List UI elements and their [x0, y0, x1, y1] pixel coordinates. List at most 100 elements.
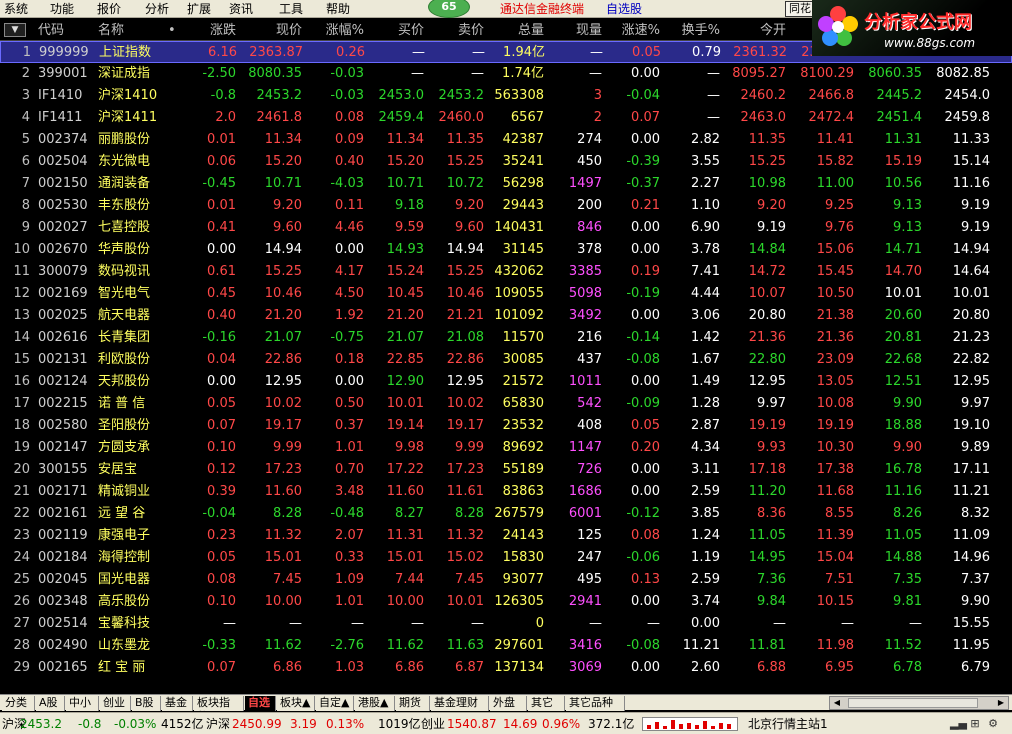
table-row[interactable]: 26 002348 高乐股份 0.10 10.00 1.01 10.00 10.01 12630…	[0, 591, 1012, 613]
tab-4[interactable]: B股	[132, 696, 161, 711]
cell-low: 9.13	[893, 198, 922, 213]
table-row[interactable]: 16 002124 天邦股份 0.00 12.95 0.00 12.90 12.95 21572…	[0, 371, 1012, 393]
tonghua-button[interactable]: 同花	[785, 1, 815, 17]
tab-11[interactable]: 期货▲	[396, 696, 430, 723]
cell-current-vol: 726	[577, 462, 602, 477]
network-icon[interactable]: ⊞	[968, 717, 982, 731]
table-row[interactable]: 12 002169 智光电气 0.45 10.46 4.50 10.45 10.46 10905…	[0, 283, 1012, 305]
tab-5[interactable]: 基金	[162, 696, 193, 711]
menu-function[interactable]: 功能	[50, 1, 74, 17]
cell-ask: 15.02	[446, 550, 484, 565]
cell-code: 002165	[38, 660, 88, 675]
tab-8[interactable]: 板块▲	[277, 696, 315, 711]
status-hu-pct: -0.03%	[114, 717, 157, 731]
header-change[interactable]: 涨跌	[192, 20, 236, 41]
tab-7[interactable]: 自选	[245, 696, 276, 711]
signal-icon[interactable]: ▂▄	[950, 717, 967, 731]
table-row[interactable]: 7 002150 通润装备 -0.45 10.71 -4.03 10.71 10.72 5629…	[0, 173, 1012, 195]
header-name[interactable]: 名称	[98, 20, 124, 41]
table-row[interactable]: 28 002490 山东墨龙 -0.33 11.62 -2.76 11.62 11.63 297…	[0, 635, 1012, 657]
cell-change-pct: 1.92	[335, 308, 364, 323]
cell-name: 深证成指	[98, 66, 151, 81]
sort-toggle-button[interactable]: ▼	[4, 23, 26, 37]
table-row[interactable]: 8 002530 丰东股份 0.01 9.20 0.11 9.18 9.20 29443 200 0…	[0, 195, 1012, 217]
status-hs-pct: 0.13%	[326, 717, 365, 731]
cell-volume: 1.94亿	[503, 45, 545, 60]
table-row[interactable]: 3 IF1410 沪深1410 -0.8 2453.2 -0.03 2453.0 2453.2…	[0, 85, 1012, 107]
table-row[interactable]: 6 002504 东光微电 0.06 15.20 0.40 15.20 15.25 35241 4…	[0, 151, 1012, 173]
table-row[interactable]: 29 002165 红 宝 丽 0.07 6.86 1.03 6.86 6.87 137134 3…	[0, 657, 1012, 679]
table-row[interactable]: 20 300155 安居宝 0.12 17.23 0.70 17.22 17.23 55189 7…	[0, 459, 1012, 481]
table-row[interactable]: 10 002670 华声股份 0.00 14.94 0.00 14.93 14.94 31145…	[0, 239, 1012, 261]
table-row[interactable]: 2 399001 深证成指 -2.50 8080.35 -0.03 — — 1.74亿 — 0.00…	[0, 63, 1012, 85]
tab-3[interactable]: 创业	[100, 696, 131, 711]
tab-12[interactable]: 基金理财▲	[431, 696, 489, 723]
header-code[interactable]: 代码	[38, 20, 64, 41]
header-change-pct[interactable]: 涨幅%	[310, 20, 364, 41]
cell-open: 8095.27	[732, 66, 786, 81]
cell-open: 2361.32	[733, 45, 787, 60]
status-hu-volume: 4152亿	[161, 717, 204, 731]
tab-15[interactable]: 其它品种▼	[566, 696, 625, 723]
menu-extend[interactable]: 扩展	[187, 1, 211, 17]
header-open[interactable]: 今开	[742, 20, 786, 41]
scroll-thumb[interactable]	[848, 698, 978, 708]
table-row[interactable]: 25 002045 国光电器 0.08 7.45 1.09 7.44 7.45 93077 495…	[0, 569, 1012, 591]
cell-volume: 15830	[502, 550, 544, 565]
tab-13[interactable]: 外盘▲	[490, 696, 527, 723]
cell-speed: 0.00	[631, 132, 660, 147]
tab-10[interactable]: 港股▲	[355, 696, 395, 711]
table-row[interactable]: 22 002161 远 望 谷 -0.04 8.28 -0.48 8.27 8.28 26757…	[0, 503, 1012, 525]
table-row[interactable]: 18 002580 圣阳股份 0.07 19.17 0.37 19.14 19.17 23532…	[0, 415, 1012, 437]
tab-2[interactable]: 中小	[66, 696, 99, 711]
cell-bid: —	[412, 45, 425, 60]
menu-tools[interactable]: 工具	[279, 1, 303, 17]
horizontal-scrollbar[interactable]: ◀ ▶	[829, 696, 1009, 710]
table-row[interactable]: 13 002025 航天电器 0.40 21.20 1.92 21.20 21.21 10109…	[0, 305, 1012, 327]
tab-1[interactable]: A股	[36, 696, 65, 711]
table-row[interactable]: 19 002147 方圆支承 0.10 9.99 1.01 9.98 9.99 89692 114…	[0, 437, 1012, 459]
cell-volume: 56298	[502, 176, 544, 191]
cell-high: 10.08	[816, 396, 854, 411]
menu-quote[interactable]: 报价	[97, 1, 121, 17]
header-bid[interactable]: 买价	[380, 20, 424, 41]
header-volume[interactable]: 总量	[500, 20, 544, 41]
table-row[interactable]: 11 300079 数码视讯 0.61 15.25 4.17 15.24 15.25 43206…	[0, 261, 1012, 283]
cell-bid: —	[411, 66, 424, 81]
cell-turnover: 1.19	[691, 550, 720, 565]
header-current-vol[interactable]: 现量	[558, 20, 602, 41]
tab-6[interactable]: 板块指数	[194, 696, 244, 723]
table-row[interactable]: 23 002119 康强电子 0.23 11.32 2.07 11.31 11.32 24143…	[0, 525, 1012, 547]
cell-ask: 22.86	[446, 352, 484, 367]
cell-change: 0.00	[207, 374, 236, 389]
header-price[interactable]: 现价	[258, 20, 302, 41]
tab-9[interactable]: 自定▲	[316, 696, 354, 711]
tab-14[interactable]: 其它▲	[528, 696, 565, 723]
cell-price: 10.00	[264, 594, 302, 609]
menu-info[interactable]: 资讯	[229, 1, 253, 17]
cell-name: 国光电器	[98, 572, 151, 587]
header-speed[interactable]: 涨速%	[605, 20, 660, 41]
table-row[interactable]: 27 002514 宝馨科技 — — — — — 0 — — 0.00 — — — 15.55	[0, 613, 1012, 635]
settings-icon[interactable]: ⚙	[986, 717, 1000, 731]
cell-code: 399001	[38, 66, 88, 81]
header-turnover[interactable]: 换手%	[668, 20, 720, 41]
table-row[interactable]: 9 002027 七喜控股 0.41 9.60 4.46 9.59 9.60 140431 846…	[0, 217, 1012, 239]
menu-help[interactable]: 帮助	[326, 1, 350, 17]
table-row[interactable]: 24 002184 海得控制 0.05 15.01 0.33 15.01 15.02 15830…	[0, 547, 1012, 569]
status-server-station[interactable]: 北京行情主站1	[748, 715, 828, 733]
table-row[interactable]: 4 IF1411 沪深1411 2.0 2461.8 0.08 2459.4 2460.0 65…	[0, 107, 1012, 129]
cell-price: 11.32	[264, 528, 302, 543]
table-row[interactable]: 5 002374 丽鹏股份 0.01 11.34 0.09 11.34 11.35 42387 2…	[0, 129, 1012, 151]
table-row[interactable]: 15 002131 利欧股份 0.04 22.86 0.18 22.85 22.86 30085…	[0, 349, 1012, 371]
menu-analysis[interactable]: 分析	[145, 1, 169, 17]
scroll-left-icon[interactable]: ◀	[830, 697, 844, 709]
table-row[interactable]: 14 002616 长青集团 -0.16 21.07 -0.75 21.07 21.08 115…	[0, 327, 1012, 349]
scroll-right-icon[interactable]: ▶	[994, 697, 1008, 709]
table-row[interactable]: 21 002171 精诚铜业 0.39 11.60 3.48 11.60 11.61 83863…	[0, 481, 1012, 503]
header-ask[interactable]: 卖价	[440, 20, 484, 41]
menu-system[interactable]: 系统	[4, 1, 28, 17]
table-row[interactable]: 17 002215 诺 普 信 0.05 10.02 0.50 10.01 10.02 6583…	[0, 393, 1012, 415]
connection-badge[interactable]: 65	[428, 0, 470, 18]
tab-0[interactable]: 分类▲	[2, 696, 35, 723]
